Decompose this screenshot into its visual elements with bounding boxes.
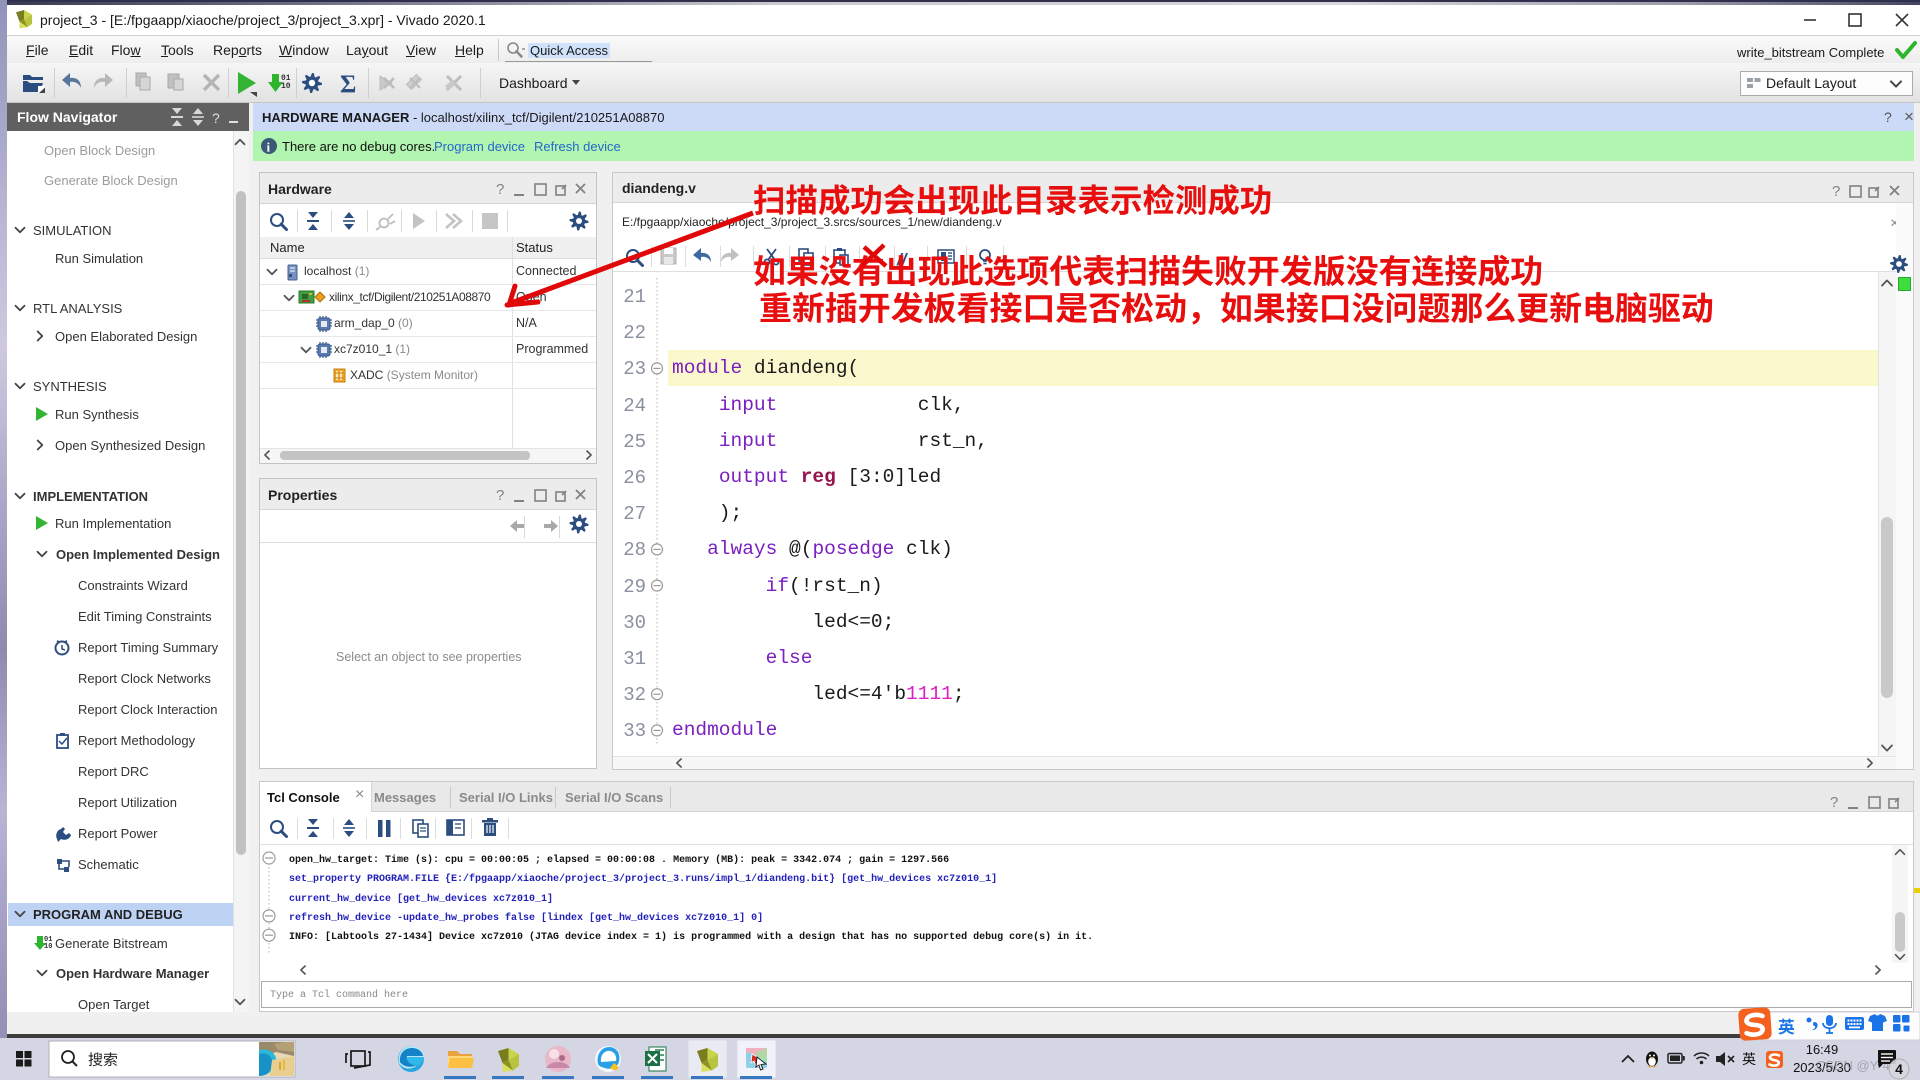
svg-text:?: ?	[212, 110, 220, 126]
svg-text:4: 4	[1895, 1061, 1903, 1077]
svg-text:?: ?	[496, 487, 504, 504]
svg-text:?: ?	[1832, 183, 1840, 200]
svg-text:Σ: Σ	[340, 71, 356, 98]
svg-text:10: 10	[281, 82, 291, 91]
svg-text:?: ?	[1830, 794, 1838, 811]
svg-text:10: 10	[44, 943, 52, 951]
svg-text:16:49: 16:49	[1806, 1042, 1839, 1057]
svg-text:?: ?	[496, 181, 504, 198]
svg-text:i: i	[267, 140, 271, 155]
